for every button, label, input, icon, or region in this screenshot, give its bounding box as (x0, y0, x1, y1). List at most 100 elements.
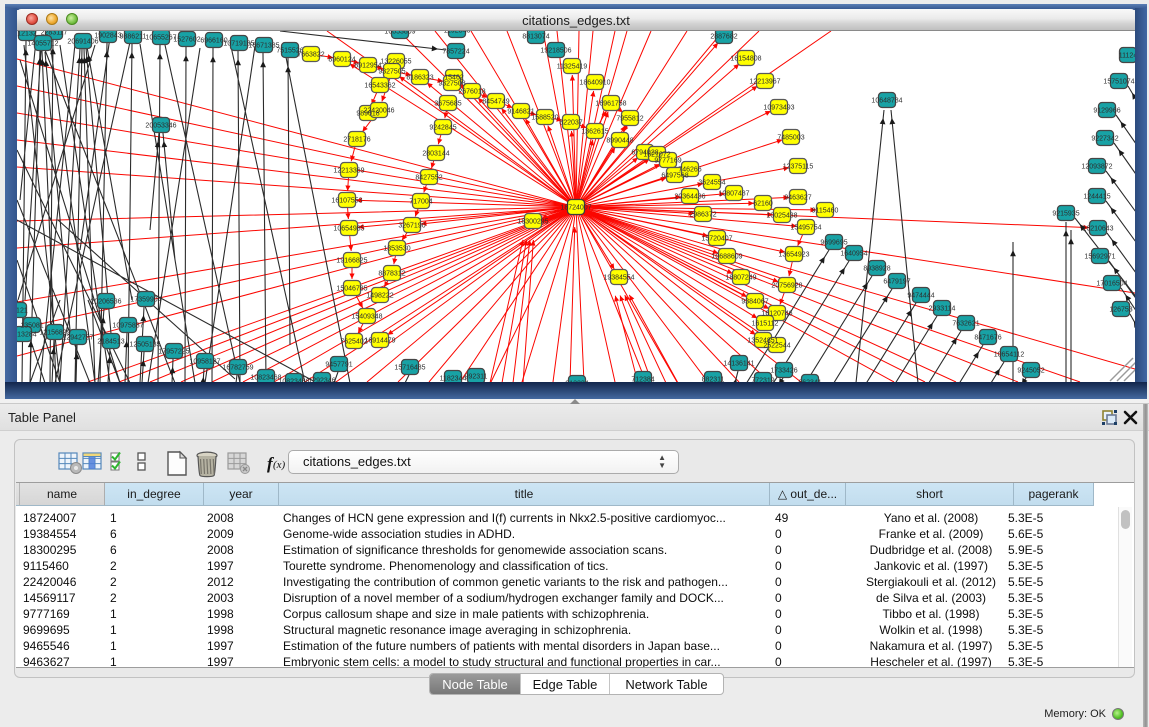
svg-text:9777169: 9777169 (654, 157, 681, 164)
svg-text:12942757: 12942757 (62, 334, 93, 341)
svg-text:15495754: 15495754 (790, 224, 821, 231)
svg-text:17016504: 17016504 (1096, 280, 1127, 287)
svg-text:10807487: 10807487 (718, 190, 749, 197)
svg-text:18640910: 18640910 (579, 79, 610, 86)
svg-text:10655267: 10655267 (145, 34, 176, 41)
svg-text:13226055: 13226055 (380, 58, 411, 65)
svg-text:7955812: 7955812 (616, 115, 643, 122)
svg-text:20691406: 20691406 (67, 38, 98, 45)
svg-text:8990448: 8990448 (606, 137, 633, 144)
svg-text:16914479: 16914479 (364, 337, 395, 344)
svg-text:135081: 135081 (20, 322, 43, 329)
svg-text:15409348: 15409348 (351, 313, 382, 320)
svg-text:1615112: 1615112 (752, 320, 779, 327)
svg-text:6479197: 6479197 (883, 278, 910, 285)
svg-text:1292346: 1292346 (308, 377, 335, 382)
svg-text:16543362: 16543362 (364, 82, 395, 89)
svg-text:12505135: 12505135 (129, 341, 160, 348)
svg-text:9327505: 9327505 (378, 68, 405, 75)
svg-text:1498222: 1498222 (366, 292, 393, 299)
svg-text:1902843: 1902843 (94, 32, 121, 39)
svg-text:16120746: 16120746 (761, 310, 792, 317)
svg-text:10025438: 10025438 (766, 212, 797, 219)
svg-text:19384554: 19384554 (603, 274, 634, 281)
svg-text:9327508: 9327508 (438, 80, 465, 87)
svg-text:717004: 717004 (409, 198, 432, 205)
svg-text:3624554: 3624554 (698, 179, 725, 186)
svg-text:9215935: 9215935 (1052, 210, 1079, 217)
svg-text:912234: 912234 (565, 380, 588, 382)
svg-text:8938928: 8938928 (863, 265, 890, 272)
svg-text:7857224: 7857224 (442, 48, 469, 55)
svg-text:16210643: 16210643 (1082, 225, 1113, 232)
svg-text:99121: 99121 (17, 307, 28, 314)
svg-text:2803144: 2803144 (422, 150, 449, 157)
svg-text:14136141: 14136141 (723, 360, 754, 367)
svg-text:9474444: 9474444 (907, 292, 934, 299)
svg-text:12213369: 12213369 (333, 167, 364, 174)
svg-text:11325419: 11325419 (557, 63, 588, 70)
svg-text:19218506: 19218506 (540, 47, 571, 54)
svg-text:10654112: 10654112 (994, 351, 1025, 358)
svg-text:9384067: 9384067 (741, 298, 768, 305)
svg-text:992311: 992311 (465, 373, 488, 380)
svg-text:10823468: 10823468 (278, 378, 309, 382)
svg-text:2887682: 2887682 (710, 33, 737, 40)
svg-text:6497568: 6497568 (661, 172, 688, 179)
svg-text:10688609: 10688609 (711, 253, 742, 260)
svg-text:15692971: 15692971 (1084, 253, 1115, 260)
svg-text:20206536: 20206536 (90, 298, 121, 305)
svg-text:16053809: 16053809 (384, 31, 415, 35)
svg-text:18807249: 18807249 (725, 274, 756, 281)
svg-text:9115460: 9115460 (812, 207, 839, 214)
svg-text:8813074: 8813074 (522, 33, 549, 40)
svg-text:9227342: 9227342 (1091, 135, 1118, 142)
svg-text:12213967: 12213967 (749, 78, 780, 85)
svg-text:7485003: 7485003 (777, 134, 804, 141)
svg-text:8186323: 8186323 (406, 74, 433, 81)
svg-text:16961758: 16961758 (595, 100, 626, 107)
svg-text:2986372: 2986372 (689, 211, 716, 218)
svg-text:1244415: 1244415 (1083, 193, 1110, 200)
svg-text:9699695: 9699695 (820, 239, 847, 246)
svg-text:9463627: 9463627 (784, 194, 811, 201)
svg-text:2283117: 2283117 (41, 31, 68, 36)
svg-text:14055712: 14055712 (27, 40, 58, 47)
svg-text:1527602: 1527602 (173, 36, 200, 43)
svg-text:(x): (x) (273, 459, 286, 471)
svg-text:10654985: 10654985 (333, 225, 364, 232)
svg-text:1192843: 1192843 (444, 31, 471, 34)
svg-text:18724007: 18724007 (560, 204, 591, 211)
svg-text:9129966: 9129966 (1093, 107, 1120, 114)
svg-text:126753: 126753 (1109, 306, 1132, 313)
svg-text:16782759: 16782759 (222, 364, 253, 371)
svg-text:22420046: 22420046 (363, 107, 394, 114)
svg-text:20756928: 20756928 (771, 282, 802, 289)
svg-text:1640954: 1640954 (840, 250, 867, 257)
svg-text:7632621: 7632621 (952, 320, 979, 327)
svg-text:662341: 662341 (798, 379, 821, 382)
svg-text:17957225: 17957225 (158, 348, 189, 355)
svg-text:882311: 882311 (702, 376, 725, 382)
svg-text:9457791: 9457791 (325, 361, 352, 368)
svg-text:16671385: 16671385 (248, 42, 279, 49)
svg-text:2522544: 2522544 (763, 342, 790, 349)
svg-text:746266: 746266 (678, 166, 701, 173)
svg-text:10958127: 10958127 (189, 358, 220, 365)
svg-text:8454749: 8454749 (482, 98, 509, 105)
svg-text:10823468: 10823468 (250, 374, 281, 381)
svg-text:11124: 11124 (1119, 52, 1135, 59)
svg-text:1353530: 1353530 (383, 245, 410, 252)
svg-text:10975887: 10975887 (112, 322, 143, 329)
svg-text:772319: 772319 (751, 377, 774, 382)
svg-text:15716485: 15716485 (394, 364, 425, 371)
svg-text:19166825: 19166825 (336, 257, 367, 264)
svg-text:15751074: 15751074 (1103, 78, 1134, 85)
svg-text:2933114: 2933114 (929, 305, 956, 312)
svg-text:16107553: 16107553 (331, 197, 362, 204)
svg-text:12132: 12132 (17, 31, 37, 37)
svg-text:13654923: 13654923 (778, 251, 809, 258)
svg-text:17359904: 17359904 (130, 296, 161, 303)
svg-text:2184513: 2184513 (97, 338, 124, 345)
svg-text:1182344: 1182344 (440, 375, 467, 382)
